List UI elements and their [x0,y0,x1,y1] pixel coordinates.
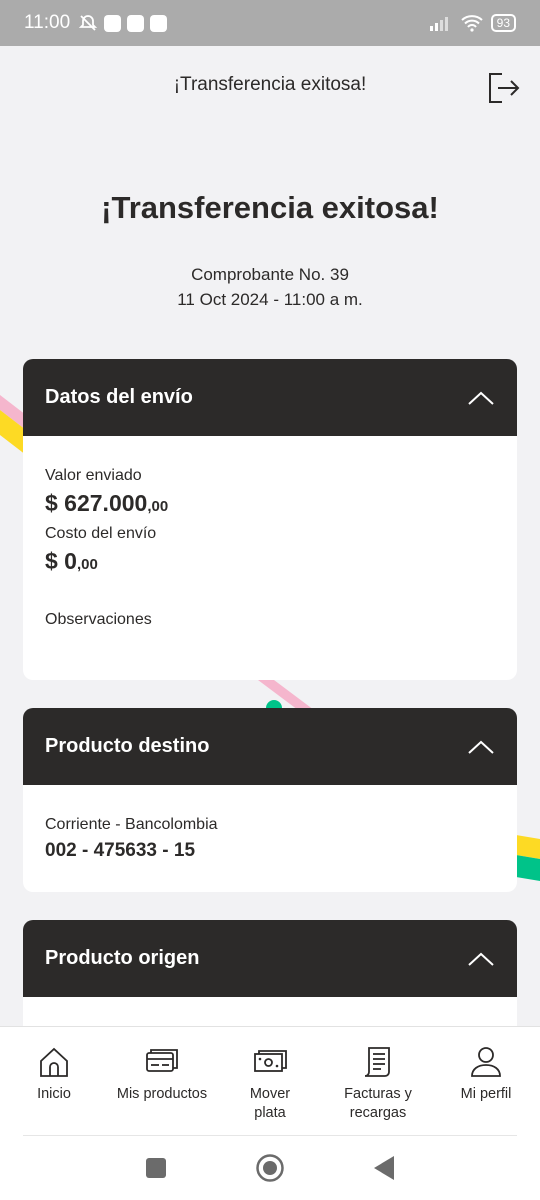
nav-label: Facturas y recargas [344,1086,412,1121]
valor-enviado-amount: $ 627.000,00 [45,490,169,516]
phone-app-icon [150,14,168,32]
signal-icon [429,17,448,31]
nav-item-inicio[interactable]: Inicio [0,1027,108,1136]
valor-enviado-label: Valor enviado [45,467,142,484]
receipt-number: Comprobante No. 39 [191,265,349,284]
status-time: 11:00 [24,12,71,33]
card-producto-origen: Producto origen [23,920,517,1040]
header-title: ¡Transferencia exitosa! [173,74,367,95]
decorative-stripes-middle [258,680,314,710]
recents-icon[interactable] [144,1156,168,1180]
card-header-datos-envio[interactable]: Datos del envío [23,359,517,436]
card-title: Datos del envío [45,386,193,408]
nav-label: Mover plata [249,1086,291,1121]
account-type: Corriente - Bancolombia [45,816,218,833]
nav-label: Inicio [37,1086,71,1102]
observaciones-label: Observaciones [45,611,152,628]
receipt-info: Comprobante No. 39 11 Oct 2024 - 11:00 a… [0,262,540,312]
exit-icon[interactable] [486,70,522,106]
nav-item-mover-plata[interactable]: Mover plata [216,1027,324,1136]
cards-icon [146,1049,178,1072]
costo-envio-label: Costo del envío [45,525,157,542]
top-bar: ¡Transferencia exitosa! [0,46,540,124]
account-number: 002 - 475633 - 15 [45,840,196,861]
user-icon [471,1047,501,1077]
card-producto-destino: Producto destino Corriente - Bancolombia… [23,708,517,892]
costo-envio-amount: $ 0,00 [45,548,98,574]
nav-label: Mi perfil [460,1086,512,1102]
card-header-producto-origen[interactable]: Producto origen [23,920,517,997]
nav-label: Mis productos [116,1086,208,1102]
money-icon [254,1050,287,1072]
nav-item-mi-perfil[interactable]: Mi perfil [432,1027,540,1136]
nav-item-facturas-recargas[interactable]: Facturas y recargas [324,1027,432,1136]
battery-icon: 93 [490,14,516,32]
decorative-stripes-right [516,835,540,881]
card-title: Producto origen [45,947,200,969]
divider [23,1135,517,1136]
chevron-up-icon[interactable] [467,390,495,406]
chevron-up-icon[interactable] [467,951,495,967]
card-datos-envio: Datos del envío Valor enviado $ 627.000,… [23,359,517,680]
receipt-datetime: 11 Oct 2024 - 11:00 a m. [177,290,363,309]
contacts-app-icon [127,14,145,32]
page-title: ¡Transferencia exitosa! [101,190,439,225]
chevron-up-icon[interactable] [467,739,495,755]
home-button-icon[interactable] [255,1153,285,1183]
bottom-nav: Inicio Mis productos Mover plata Factura… [0,1026,540,1136]
home-icon [40,1047,68,1077]
status-bar: 11:00 93 [0,0,540,46]
card-header-producto-destino[interactable]: Producto destino [23,708,517,785]
mute-icon [78,15,98,31]
nav-item-mis-productos[interactable]: Mis productos [108,1027,216,1136]
bill-icon [364,1047,390,1077]
wifi-icon [460,15,483,32]
system-nav-bar [0,1136,540,1200]
messenger-app-icon [104,14,122,32]
back-icon[interactable] [372,1155,396,1181]
card-title: Producto destino [45,735,210,757]
